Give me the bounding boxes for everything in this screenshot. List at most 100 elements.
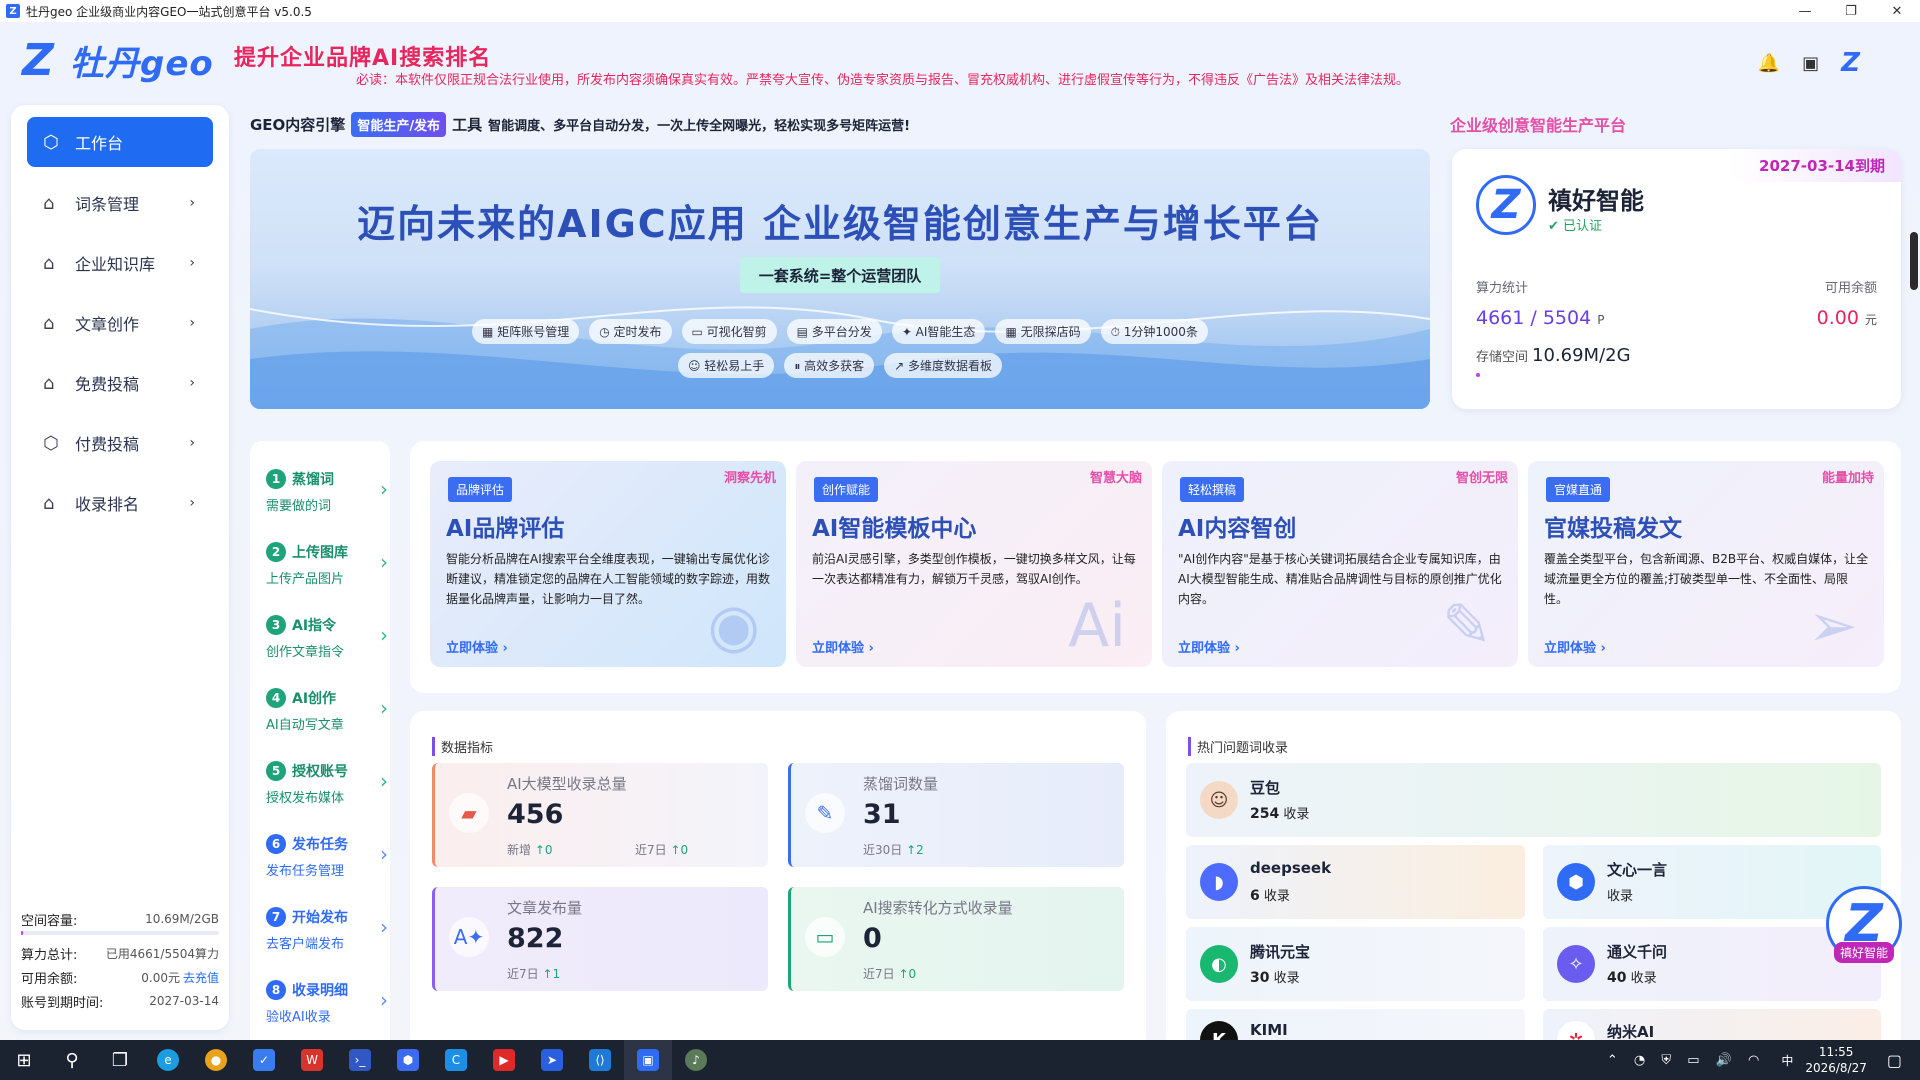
storage-value: 10.69M/2G: [1532, 345, 1631, 366]
chip: ⏱ 1分钟1000条: [1100, 319, 1208, 344]
active-app-icon[interactable]: ▣: [624, 1040, 672, 1080]
try-button[interactable]: 立即体验 ›: [812, 637, 874, 656]
app-body: Z 牡丹geo 提升企业品牌AI搜索排名 必读：本软件仅限正规合法行业使用，所发…: [0, 22, 1920, 1040]
try-button[interactable]: 立即体验 ›: [446, 637, 508, 656]
vscode-icon[interactable]: ⟨⟩: [576, 1040, 624, 1080]
step-8[interactable]: 8 收录明细 验收AI收录 ›: [266, 978, 388, 1034]
geo-tool: 工具: [452, 116, 483, 134]
compute-stat-value: 4661 / 5504 P: [1476, 307, 1605, 329]
chip: ☺ 轻松易上手: [677, 353, 775, 378]
section-title: 数据指标: [432, 737, 493, 756]
close-button[interactable]: ✕: [1874, 0, 1920, 22]
bell-icon[interactable]: 🔔: [1758, 53, 1780, 74]
parrot-app-icon[interactable]: ♪: [672, 1040, 720, 1080]
chevron-right-icon: ›: [380, 988, 388, 1012]
ime-indicator[interactable]: 中: [1781, 1052, 1793, 1069]
brand-logo[interactable]: Z 牡丹geo: [22, 36, 214, 85]
step-1[interactable]: 1 蒸馏词 需要做的词 ›: [266, 467, 388, 523]
verified-badge: ✔ 已认证: [1548, 219, 1603, 234]
taskbar-clock[interactable]: 11:55 2026/8/27: [1805, 1044, 1867, 1076]
header-slogan: 提升企业品牌AI搜索排名: [234, 46, 492, 71]
sidebar-item-ranking[interactable]: ⌂ 收录排名 ›: [27, 478, 213, 528]
wps-office-icon[interactable]: W: [288, 1040, 336, 1080]
feature-card-content[interactable]: 轻松撰稿 智创无限 AI内容智创 "AI创作内容"是基于核心关键词拓展结合企业专…: [1162, 461, 1518, 667]
balance-label: 可用余额:: [21, 971, 78, 987]
video-app-icon[interactable]: ▶: [480, 1040, 528, 1080]
step-3[interactable]: 3 AI指令 创作文章指令 ›: [266, 613, 388, 669]
chevron-right-icon: ›: [380, 842, 388, 866]
sidebar-item-label: 免费投稿: [75, 375, 140, 394]
sidebar-item-articles[interactable]: ⌂ 文章创作 ›: [27, 298, 213, 348]
sidebar: ⬡ 工作台 ⌂ 词条管理 › ⌂ 企业知识库 › ⌂ 文章创作 › ⌂ 免费投稿…: [11, 105, 229, 1030]
app-hexagon-icon[interactable]: ⬢: [384, 1040, 432, 1080]
windows-start-icon[interactable]: ⊞: [0, 1040, 48, 1080]
account-card: 2027-03-14到期 Z 禛好智能 ✔ 已认证 算力统计 可用余额 4661…: [1452, 149, 1901, 409]
hot-item-nami[interactable]: ✲ 纳米AI: [1543, 1009, 1881, 1040]
space-value: 10.69M/2GB: [145, 912, 219, 926]
feature-card-template[interactable]: 创作赋能 智慧大脑 AI智能模板中心 前沿AI灵感引擎，多类型创作模板，一键切换…: [796, 461, 1152, 667]
recharge-link[interactable]: 去充值: [183, 971, 219, 985]
sidebar-item-workbench[interactable]: ⬡ 工作台: [27, 117, 213, 167]
step-2[interactable]: 2 上传图库 上传产品图片 ›: [266, 540, 388, 596]
ai-head-icon: Ai: [1068, 591, 1126, 661]
balance-stat-value: 0.00 元: [1816, 307, 1877, 329]
sidebar-item-free-submit[interactable]: ⌂ 免费投稿 ›: [27, 358, 213, 408]
notification-icon[interactable]: ▢: [1887, 1051, 1902, 1070]
feishu-icon[interactable]: ✓: [240, 1040, 288, 1080]
sidebar-item-label: 付费投稿: [75, 435, 140, 454]
try-button[interactable]: 立即体验 ›: [1178, 637, 1240, 656]
sidebar-item-label: 收录排名: [75, 495, 140, 514]
chrome-browser-icon[interactable]: ●: [192, 1040, 240, 1080]
feature-corner: 智创无限: [1455, 471, 1508, 486]
pointer-app-icon[interactable]: ➤: [528, 1040, 576, 1080]
windows-taskbar: ⊞ ⚲ ❐ e ● ✓ W ›_ ⬢ C ▶ ➤ ⟨⟩ ▣ ♪ ⌃ ◔ ⛨ ▭ …: [0, 1040, 1920, 1080]
feature-title: 官媒投稿发文: [1544, 516, 1682, 542]
feature-title: AI品牌评估: [446, 516, 565, 542]
compute-value: 已用4661/5504算力: [105, 946, 219, 961]
banner-subtitle: 一套系统=整个运营团队: [740, 257, 940, 293]
sidebar-item-knowledge[interactable]: ⌂ 企业知识库 ›: [27, 238, 213, 288]
hot-item-doubao[interactable]: ☺ 豆包 254 收录: [1186, 763, 1881, 837]
expire-label: 账号到期时间:: [21, 995, 104, 1011]
try-button[interactable]: 立即体验 ›: [1544, 637, 1606, 656]
feature-title: AI智能模板中心: [812, 516, 977, 542]
book-icon: ▰: [449, 793, 489, 833]
scrollbar-thumb[interactable]: [1910, 232, 1918, 290]
step-7[interactable]: 7 开始发布 去客户端发布 ›: [266, 905, 388, 961]
sidebar-item-terms[interactable]: ⌂ 词条管理 ›: [27, 178, 213, 228]
maximize-button[interactable]: ❐: [1828, 0, 1874, 22]
feature-card-media[interactable]: 官媒直通 能量加持 官媒投稿发文 覆盖全类型平台，包含新闻源、B2B平台、权威自…: [1528, 461, 1884, 667]
sidebar-item-paid-submit[interactable]: ⬡ 付费投稿 ›: [27, 418, 213, 468]
step-6[interactable]: 6 发布任务 发布任务管理 ›: [266, 832, 388, 888]
feature-card-brand[interactable]: 品牌评估 洞察先机 AI品牌评估 智能分析品牌在AI搜索平台全维度表现，一键输出…: [430, 461, 786, 667]
hot-item-yuanbao[interactable]: ◐ 腾讯元宝 30 收录: [1186, 927, 1525, 1001]
feature-tag: 创作赋能: [814, 477, 879, 502]
home-icon: ⌂: [43, 492, 55, 514]
app-c-icon[interactable]: C: [432, 1040, 480, 1080]
minimize-button[interactable]: —: [1782, 0, 1828, 22]
chip: ⏸ 高效多获客: [784, 353, 875, 378]
feature-corner: 智慧大脑: [1089, 471, 1142, 486]
user-avatar-icon[interactable]: Z: [1841, 48, 1860, 78]
feature-tag: 官媒直通: [1546, 477, 1611, 502]
task-view-icon[interactable]: ❐: [96, 1040, 144, 1080]
powershell-icon[interactable]: ›_: [336, 1040, 384, 1080]
search-icon[interactable]: ⚲: [48, 1040, 96, 1080]
hot-item-kimi[interactable]: K KIMI: [1186, 1009, 1525, 1040]
metric-card: A✦ 文章发布量 822 近7日 ↑1: [432, 887, 768, 991]
expire-value: 2027-03-14: [149, 994, 219, 1008]
hexagon-icon: ⬡: [43, 131, 59, 153]
chip: ▦ 矩阵账号管理: [472, 319, 580, 344]
system-tray-icons[interactable]: ⌃ ◔ ⛨ ▭ 🔊 ◠: [1607, 1053, 1765, 1068]
hot-item-deepseek[interactable]: ◗ deepseek 6 收录: [1186, 845, 1525, 919]
step-4[interactable]: 4 AI创作 AI自动写文章 ›: [266, 686, 388, 742]
sidebar-item-label: 词条管理: [75, 195, 140, 214]
clipboard-icon[interactable]: ▣: [1802, 53, 1819, 74]
chip: ↗ 多维度数据看板: [884, 353, 1003, 378]
edge-browser-icon[interactable]: e: [144, 1040, 192, 1080]
chevron-right-icon: ›: [189, 195, 195, 211]
home-icon: ⌂: [43, 312, 55, 334]
step-5[interactable]: 5 授权账号 授权发布媒体 ›: [266, 759, 388, 815]
doubao-avatar-icon: ☺: [1200, 781, 1238, 819]
edit-icon: ✎: [1441, 591, 1492, 661]
